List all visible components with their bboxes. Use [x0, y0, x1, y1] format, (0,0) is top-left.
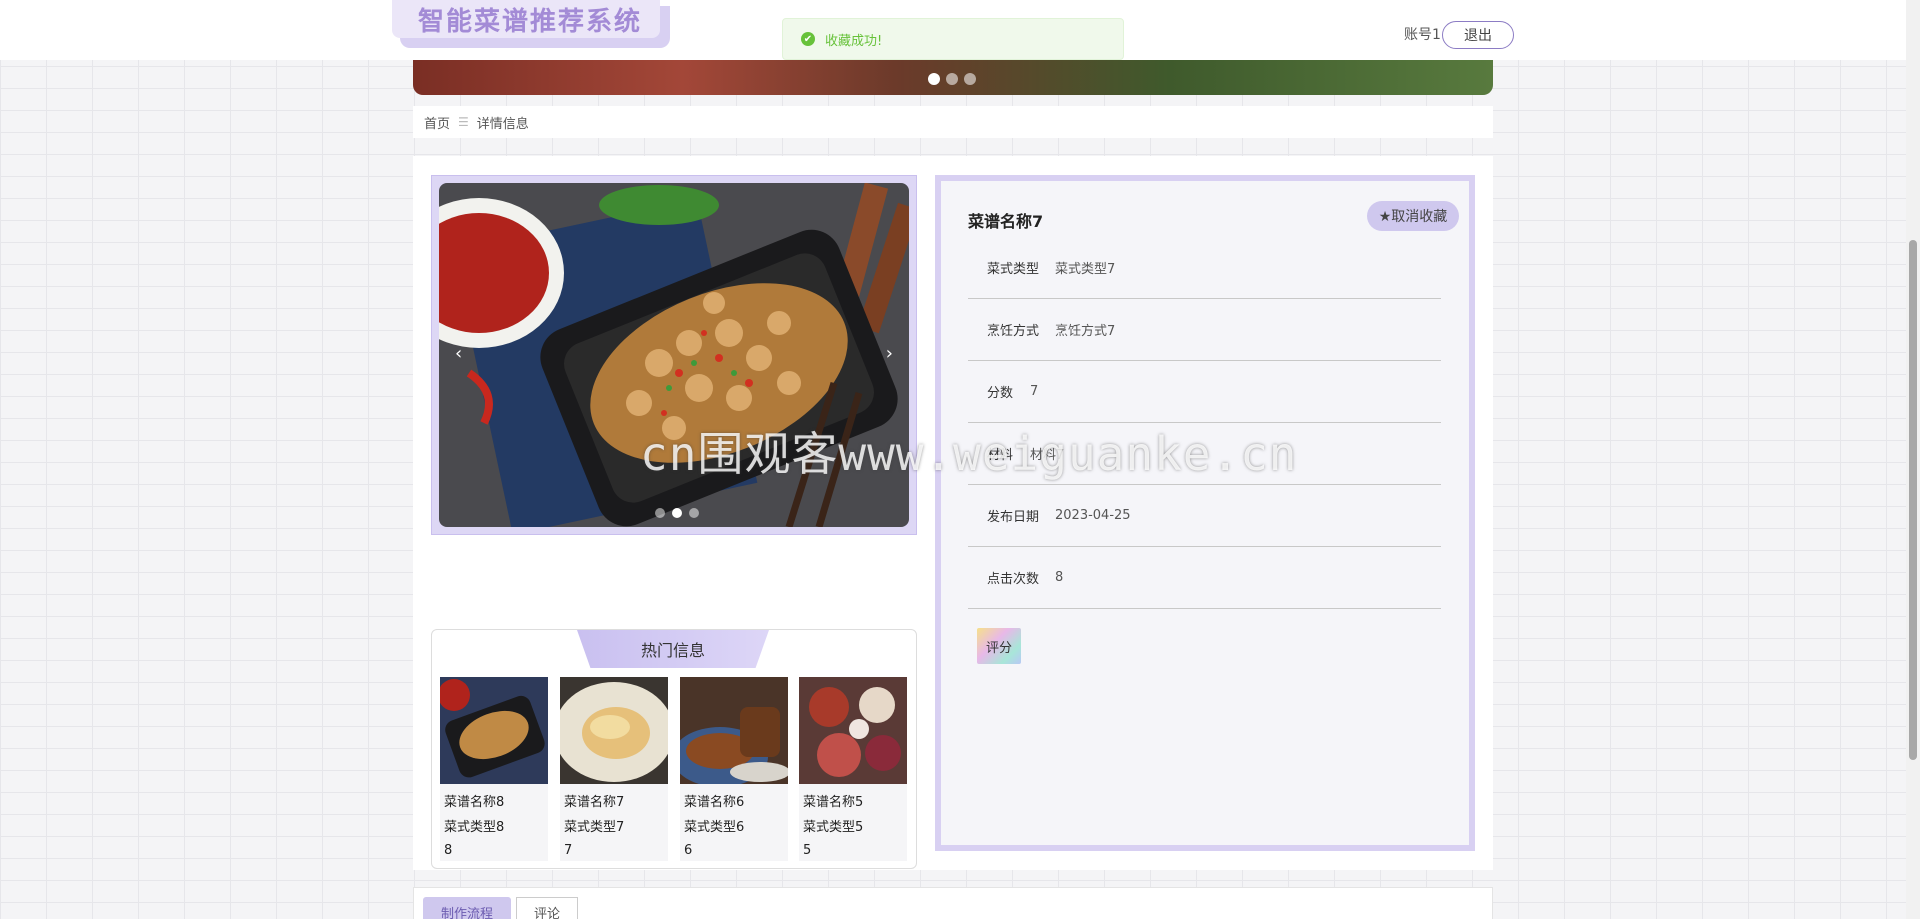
logo-text: 智能菜谱推荐系统	[418, 6, 643, 37]
account-name: 账号1	[1404, 27, 1441, 43]
unfavorite-button[interactable]: ★取消收藏	[1367, 201, 1459, 231]
banner-indicators	[928, 73, 976, 85]
toast-message: 收藏成功!	[825, 33, 883, 49]
detail-row: 菜式类型 菜式类型7	[968, 237, 1441, 299]
detail-label: 烹饪方式	[987, 324, 1040, 339]
detail-value: 烹饪方式7	[1055, 324, 1116, 339]
hot-item-type: 菜式类型8	[444, 820, 505, 835]
hot-item-card[interactable]: 菜谱名称7 菜式类型7 7	[554, 677, 674, 861]
hot-item-image	[554, 677, 674, 784]
watermark: cn围观客www.weiguanke.cn	[640, 427, 1298, 481]
detail-value: 8	[1055, 570, 1064, 585]
gallery-next-icon[interactable]: ›	[886, 343, 893, 364]
detail-label: 分数	[987, 386, 1014, 401]
hot-item-name: 菜谱名称5	[803, 795, 864, 810]
detail-value: 菜式类型7	[1055, 262, 1116, 277]
banner-indicator[interactable]	[928, 73, 940, 85]
scrollbar-thumb[interactable]	[1909, 240, 1917, 760]
detail-row: 发布日期 2023-04-25	[968, 485, 1441, 547]
detail-row: 点击次数 8	[968, 547, 1441, 609]
tab-comments[interactable]: 评论	[516, 897, 578, 919]
recipe-title: 菜谱名称7	[968, 212, 1044, 231]
detail-value: 2023-04-25	[1055, 508, 1131, 523]
gallery-indicator[interactable]	[689, 508, 699, 518]
breadcrumb-home[interactable]: 首页	[424, 113, 450, 132]
hot-info-title: 热门信息	[577, 630, 769, 668]
gallery-prev-icon[interactable]: ‹	[455, 343, 462, 364]
hot-item-score: 6	[684, 843, 693, 858]
success-toast: ✔ 收藏成功!	[782, 18, 1124, 60]
check-circle-icon: ✔	[801, 32, 815, 46]
hot-item-card[interactable]: 菜谱名称8 菜式类型8 8	[438, 677, 548, 861]
hot-item-score: 7	[564, 843, 573, 858]
detail-label: 点击次数	[987, 572, 1040, 587]
hot-item-name: 菜谱名称8	[444, 795, 505, 810]
hot-item-score: 5	[803, 843, 812, 858]
detail-label: 菜式类型	[987, 262, 1040, 277]
breadcrumb-separator-icon: ☰	[458, 115, 469, 129]
hot-item-type: 菜式类型5	[803, 820, 864, 835]
detail-row: 烹饪方式 烹饪方式7	[968, 299, 1441, 361]
hot-item-image	[799, 677, 907, 784]
hot-item-card[interactable]: 菜谱名称5 菜式类型5 5	[799, 677, 907, 861]
site-logo[interactable]: 智能菜谱推荐系统	[392, 0, 660, 38]
hot-item-type: 菜式类型7	[564, 820, 625, 835]
gallery-indicator[interactable]	[655, 508, 665, 518]
banner-indicator[interactable]	[946, 73, 958, 85]
hot-item-name: 菜谱名称7	[564, 795, 625, 810]
gallery-indicator[interactable]	[672, 508, 682, 518]
hot-item-name: 菜谱名称6	[684, 795, 745, 810]
detail-label: 发布日期	[987, 510, 1040, 525]
rate-button[interactable]: 评分	[977, 628, 1021, 664]
hot-item-card[interactable]: 菜谱名称6 菜式类型6 6	[672, 677, 790, 861]
breadcrumb-current: 详情信息	[476, 116, 529, 132]
hot-item-score: 8	[444, 843, 453, 858]
hot-item-image	[438, 677, 548, 784]
tab-process[interactable]: 制作流程	[423, 897, 511, 919]
gallery-indicators	[655, 508, 699, 518]
logout-button[interactable]: 退出	[1442, 21, 1514, 49]
detail-row: 分数 7	[968, 361, 1441, 423]
detail-value: 7	[1030, 384, 1039, 399]
breadcrumb: 首页 ☰ 详情信息	[413, 106, 1493, 138]
hot-item-image	[672, 677, 790, 787]
banner-indicator[interactable]	[964, 73, 976, 85]
hot-item-type: 菜式类型6	[684, 820, 745, 835]
